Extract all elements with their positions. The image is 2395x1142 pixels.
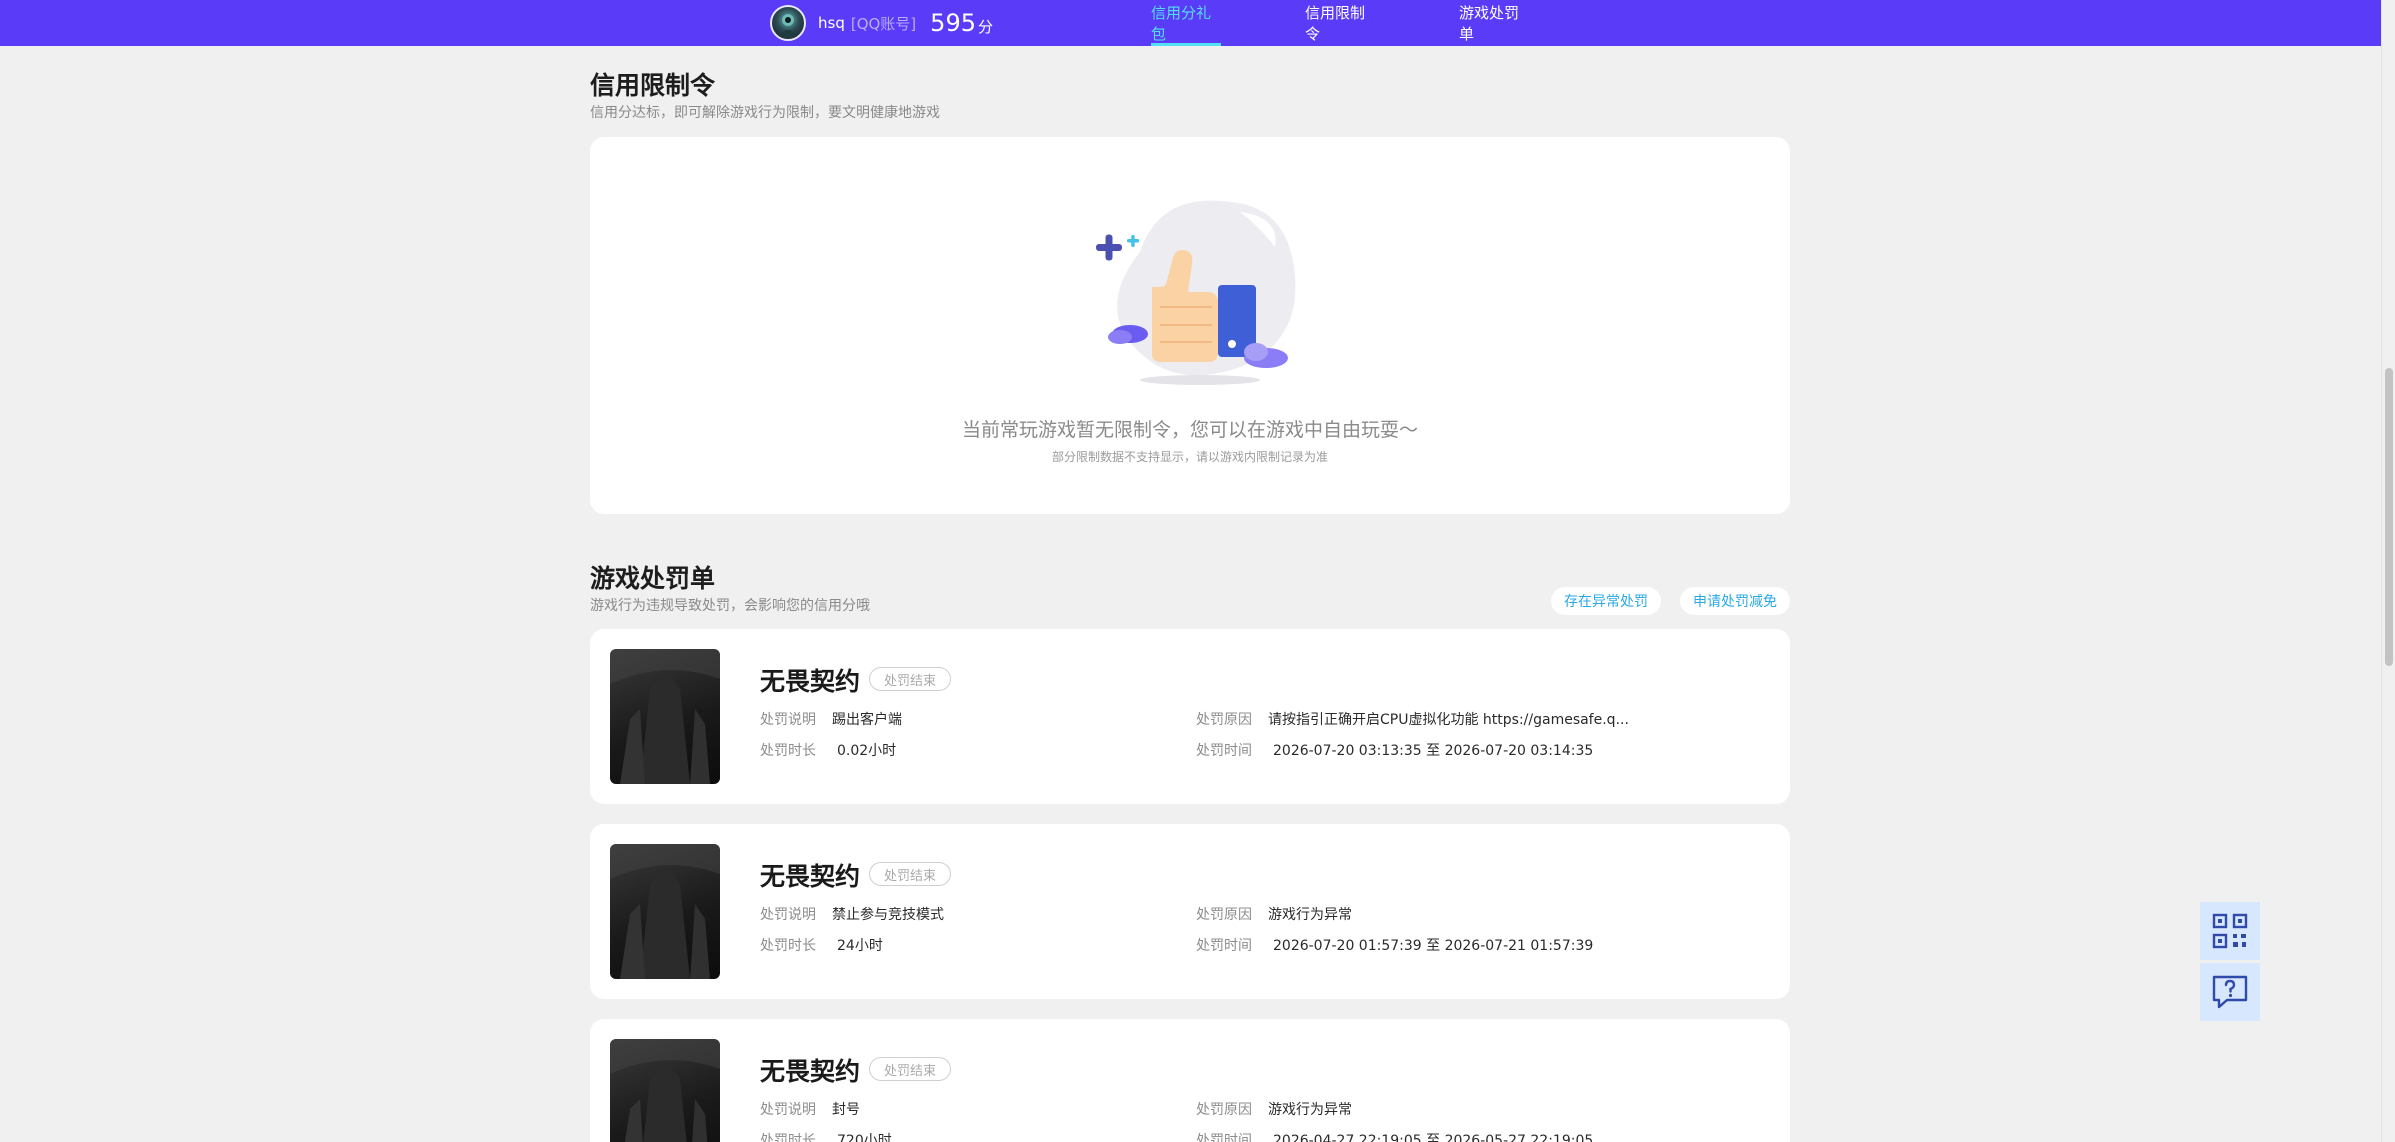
tab-credit-gift[interactable]: 信用分礼包 [1151,0,1221,46]
avatar-image-icon [777,14,799,38]
penalty-reason-label: 处罚原因 [1196,907,1252,923]
qr-code-button[interactable] [2200,902,2260,960]
tab-credit-restriction-label: 信用限制令 [1305,4,1366,43]
penalty-duration-value: 720小时 [837,1133,892,1142]
penalty-card[interactable]: 无畏契约 处罚结束 处罚说明 禁止参与竞技模式 处罚时长 24小时 处罚原因 游… [590,824,1790,999]
account-type: [QQ账号] [850,14,917,33]
abnormal-penalty-button[interactable]: 存在异常处罚 [1551,587,1661,615]
game-thumbnail [610,844,720,979]
tab-credit-gift-label: 信用分礼包 [1151,4,1212,43]
apply-penalty-reduction-button[interactable]: 申请处罚减免 [1680,587,1790,615]
credit-score: 595 [930,9,976,37]
penalty-desc-label: 处罚说明 [760,712,816,728]
penalty-game-name: 无畏契约 [760,862,861,891]
restriction-section-subtitle: 信用分达标，即可解除游戏行为限制，要文明健康地游戏 [590,105,940,121]
empty-restriction-note: 部分限制数据不支持显示，请以游戏内限制记录为准 [1051,450,1328,464]
top-navigation-bar: hsq [QQ账号] 595 分 信用分礼包 信用限制令 游戏处罚单 [0,0,2395,46]
penalty-time-value: 2026-07-20 01:57:39 至 2026-07-21 01:57:3… [1273,938,1594,954]
penalty-desc-value: 封号 [832,1102,860,1118]
penalty-time-label: 处罚时间 [1196,1133,1252,1142]
game-cover-image-icon [610,844,720,979]
penalty-reason-value: 游戏行为异常 [1268,1102,1352,1118]
qr-code-icon [2212,913,2248,949]
penalty-time-label: 处罚时间 [1196,938,1252,954]
restriction-section-title: 信用限制令 [590,71,716,100]
thumbs-up-illustration-icon [1096,200,1296,385]
user-avatar[interactable] [770,5,806,41]
penalty-status-badge: 处罚结束 [869,862,952,886]
credit-score-unit: 分 [977,17,993,36]
penalty-section-title: 游戏处罚单 [590,564,716,593]
apply-penalty-reduction-label: 申请处罚减免 [1693,594,1777,610]
game-thumbnail [610,649,720,784]
penalty-reason-label: 处罚原因 [1196,1102,1252,1118]
penalty-duration-value: 24小时 [837,938,883,954]
penalty-duration-label: 处罚时长 [760,1133,816,1142]
penalty-time-label: 处罚时间 [1196,743,1252,759]
penalty-game-name: 无畏契约 [760,667,861,696]
tab-game-penalty[interactable]: 游戏处罚单 [1459,0,1529,46]
penalty-duration-value: 0.02小时 [837,743,897,759]
abnormal-penalty-label: 存在异常处罚 [1564,594,1648,610]
penalty-card[interactable]: 无畏契约 处罚结束 处罚说明 踢出客户端 处罚时长 0.02小时 处罚原因 请按… [590,629,1790,804]
penalty-desc-value: 踢出客户端 [832,712,902,728]
penalty-duration-label: 处罚时长 [760,938,816,954]
penalty-status-badge: 处罚结束 [869,1057,952,1081]
tab-game-penalty-label: 游戏处罚单 [1459,4,1520,43]
penalty-game-name: 无畏契约 [760,1057,861,1086]
user-name: hsq [818,14,845,32]
game-thumbnail [610,1039,720,1142]
penalty-time-value: 2026-07-20 03:13:35 至 2026-07-20 03:14:3… [1273,743,1594,759]
penalty-section-subtitle: 游戏行为违规导致处罚，会影响您的信用分哦 [590,598,870,614]
penalty-status-badge: 处罚结束 [869,667,952,691]
penalty-reason-value: 游戏行为异常 [1268,907,1352,923]
penalty-duration-label: 处罚时长 [760,743,816,759]
game-cover-image-icon [610,649,720,784]
penalty-card[interactable]: 无畏契约 处罚结束 处罚说明 封号 处罚时长 720小时 处罚原因 游戏行为异常… [590,1019,1790,1142]
penalty-reason-label: 处罚原因 [1196,712,1252,728]
penalty-reason-value: 请按指引正确开启CPU虚拟化功能 https://gamesafe.q... [1268,712,1629,728]
feedback-button[interactable] [2200,963,2260,1021]
empty-restriction-message: 当前常玩游戏暂无限制令，您可以在游戏中自由玩耍～ [961,419,1418,441]
penalty-desc-label: 处罚说明 [760,1102,816,1118]
penalty-desc-label: 处罚说明 [760,907,816,923]
tab-credit-restriction[interactable]: 信用限制令 [1305,0,1375,46]
game-cover-image-icon [610,1039,720,1142]
feedback-question-icon [2212,975,2248,1009]
penalty-desc-value: 禁止参与竞技模式 [832,907,944,923]
restriction-card: 当前常玩游戏暂无限制令，您可以在游戏中自由玩耍～ 部分限制数据不支持显示，请以游… [590,137,1790,514]
page-scrollbar-thumb[interactable] [2385,368,2393,666]
user-info: hsq [QQ账号] 595 分 [770,0,993,46]
penalty-time-value: 2026-04-27 22:19:05 至 2026-05-27 22:19:0… [1273,1133,1594,1142]
